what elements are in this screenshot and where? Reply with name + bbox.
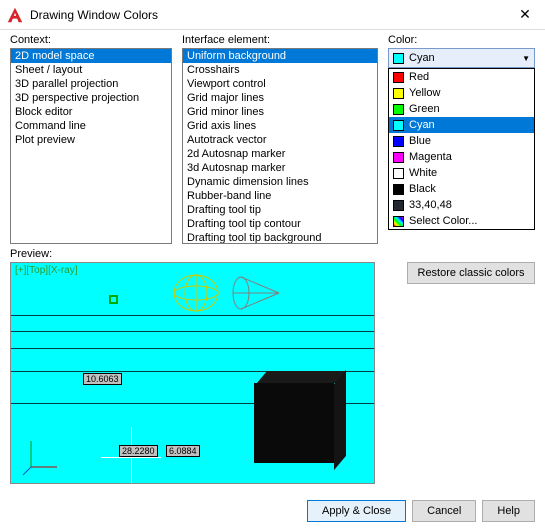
- grid-line: [11, 331, 374, 332]
- coord-readout: 28.2280: [119, 445, 158, 457]
- close-button[interactable]: ✕: [505, 0, 545, 30]
- color-swatch-icon: [393, 120, 404, 131]
- interface-item[interactable]: Grid major lines: [183, 91, 377, 105]
- color-option-label: Black: [409, 183, 436, 195]
- color-option-label: Blue: [409, 135, 431, 147]
- color-option-label: Select Color...: [409, 215, 477, 227]
- ucs-axis-icon: [21, 437, 61, 477]
- color-option[interactable]: Black: [389, 181, 534, 197]
- interface-item[interactable]: Uniform background: [183, 49, 377, 63]
- autocad-logo-icon: [6, 6, 24, 24]
- color-option-label: White: [409, 167, 437, 179]
- context-item[interactable]: Block editor: [11, 105, 171, 119]
- color-option-label: Magenta: [409, 151, 452, 163]
- color-swatch-icon: [393, 200, 404, 211]
- interface-item[interactable]: Drafting tool tip: [183, 203, 377, 217]
- color-swatch-icon: [393, 152, 404, 163]
- color-option[interactable]: Red: [389, 69, 534, 85]
- color-option-label: Cyan: [409, 119, 435, 131]
- color-swatch-icon: [393, 168, 404, 179]
- cancel-button[interactable]: Cancel: [412, 500, 476, 522]
- interface-label: Interface element:: [182, 34, 378, 46]
- interface-item[interactable]: 3d Autosnap marker: [183, 161, 377, 175]
- viewport-control-text: [+][Top][X-ray]: [15, 265, 78, 276]
- color-option[interactable]: White: [389, 165, 534, 181]
- color-option[interactable]: Green: [389, 101, 534, 117]
- help-button[interactable]: Help: [482, 500, 535, 522]
- color-option[interactable]: Yellow: [389, 85, 534, 101]
- color-option-label: Green: [409, 103, 440, 115]
- color-combo[interactable]: Cyan ▼: [388, 48, 535, 68]
- color-option[interactable]: Select Color...: [389, 213, 534, 229]
- color-option[interactable]: Magenta: [389, 149, 534, 165]
- wireframe-sphere-icon: [171, 273, 221, 313]
- color-label: Color:: [388, 34, 535, 46]
- interface-item[interactable]: 2d Autosnap marker: [183, 147, 377, 161]
- color-option[interactable]: Blue: [389, 133, 534, 149]
- preview-pane: [+][Top][X-ray] 10.6063 28.2280 6.0884: [10, 262, 375, 484]
- color-selected-name: Cyan: [409, 52, 435, 64]
- color-option-label: Red: [409, 71, 429, 83]
- grid-line: [11, 348, 374, 349]
- context-item[interactable]: 2D model space: [11, 49, 171, 63]
- color-option[interactable]: Cyan: [389, 117, 534, 133]
- window-title: Drawing Window Colors: [30, 8, 505, 22]
- interface-item[interactable]: Viewport control: [183, 77, 377, 91]
- coord-readout: 6.0884: [166, 445, 200, 457]
- color-option[interactable]: 33,40,48: [389, 197, 534, 213]
- interface-item[interactable]: Dynamic dimension lines: [183, 175, 377, 189]
- context-item[interactable]: Command line: [11, 119, 171, 133]
- preview-cube: [254, 383, 334, 463]
- title-bar: Drawing Window Colors ✕: [0, 0, 545, 30]
- restore-classic-button[interactable]: Restore classic colors: [407, 262, 535, 284]
- color-swatch-icon: [393, 136, 404, 147]
- color-swatch-icon: [393, 88, 404, 99]
- wireframe-cone-icon: [229, 271, 283, 315]
- select-color-icon: [393, 216, 404, 227]
- context-listbox[interactable]: 2D model spaceSheet / layout3D parallel …: [10, 48, 172, 244]
- snap-marker-icon: [109, 295, 118, 304]
- interface-item[interactable]: Drafting tool tip contour: [183, 217, 377, 231]
- color-swatch-icon: [393, 72, 404, 83]
- context-label: Context:: [10, 34, 172, 46]
- apply-close-button[interactable]: Apply & Close: [307, 500, 406, 522]
- color-swatch: [393, 53, 404, 64]
- color-swatch-icon: [393, 184, 404, 195]
- interface-item[interactable]: Grid minor lines: [183, 105, 377, 119]
- interface-listbox[interactable]: Uniform backgroundCrosshairsViewport con…: [182, 48, 378, 244]
- coord-readout: 10.6063: [83, 373, 122, 385]
- context-item[interactable]: 3D perspective projection: [11, 91, 171, 105]
- chevron-down-icon: ▼: [522, 54, 530, 63]
- color-option-label: Yellow: [409, 87, 440, 99]
- interface-item[interactable]: Drafting tool tip background: [183, 231, 377, 244]
- interface-item[interactable]: Crosshairs: [183, 63, 377, 77]
- color-option-label: 33,40,48: [409, 199, 452, 211]
- context-item[interactable]: Plot preview: [11, 133, 171, 147]
- color-dropdown[interactable]: Red Yellow Green Cyan Blue Magenta White Black 3…: [388, 68, 535, 230]
- interface-item[interactable]: Grid axis lines: [183, 119, 377, 133]
- interface-item[interactable]: Autotrack vector: [183, 133, 377, 147]
- color-swatch-icon: [393, 104, 404, 115]
- interface-item[interactable]: Rubber-band line: [183, 189, 377, 203]
- context-item[interactable]: Sheet / layout: [11, 63, 171, 77]
- dialog-buttons: Apply & Close Cancel Help: [307, 500, 535, 522]
- context-item[interactable]: 3D parallel projection: [11, 77, 171, 91]
- horizon-line: [11, 315, 374, 316]
- preview-label: Preview:: [10, 248, 545, 260]
